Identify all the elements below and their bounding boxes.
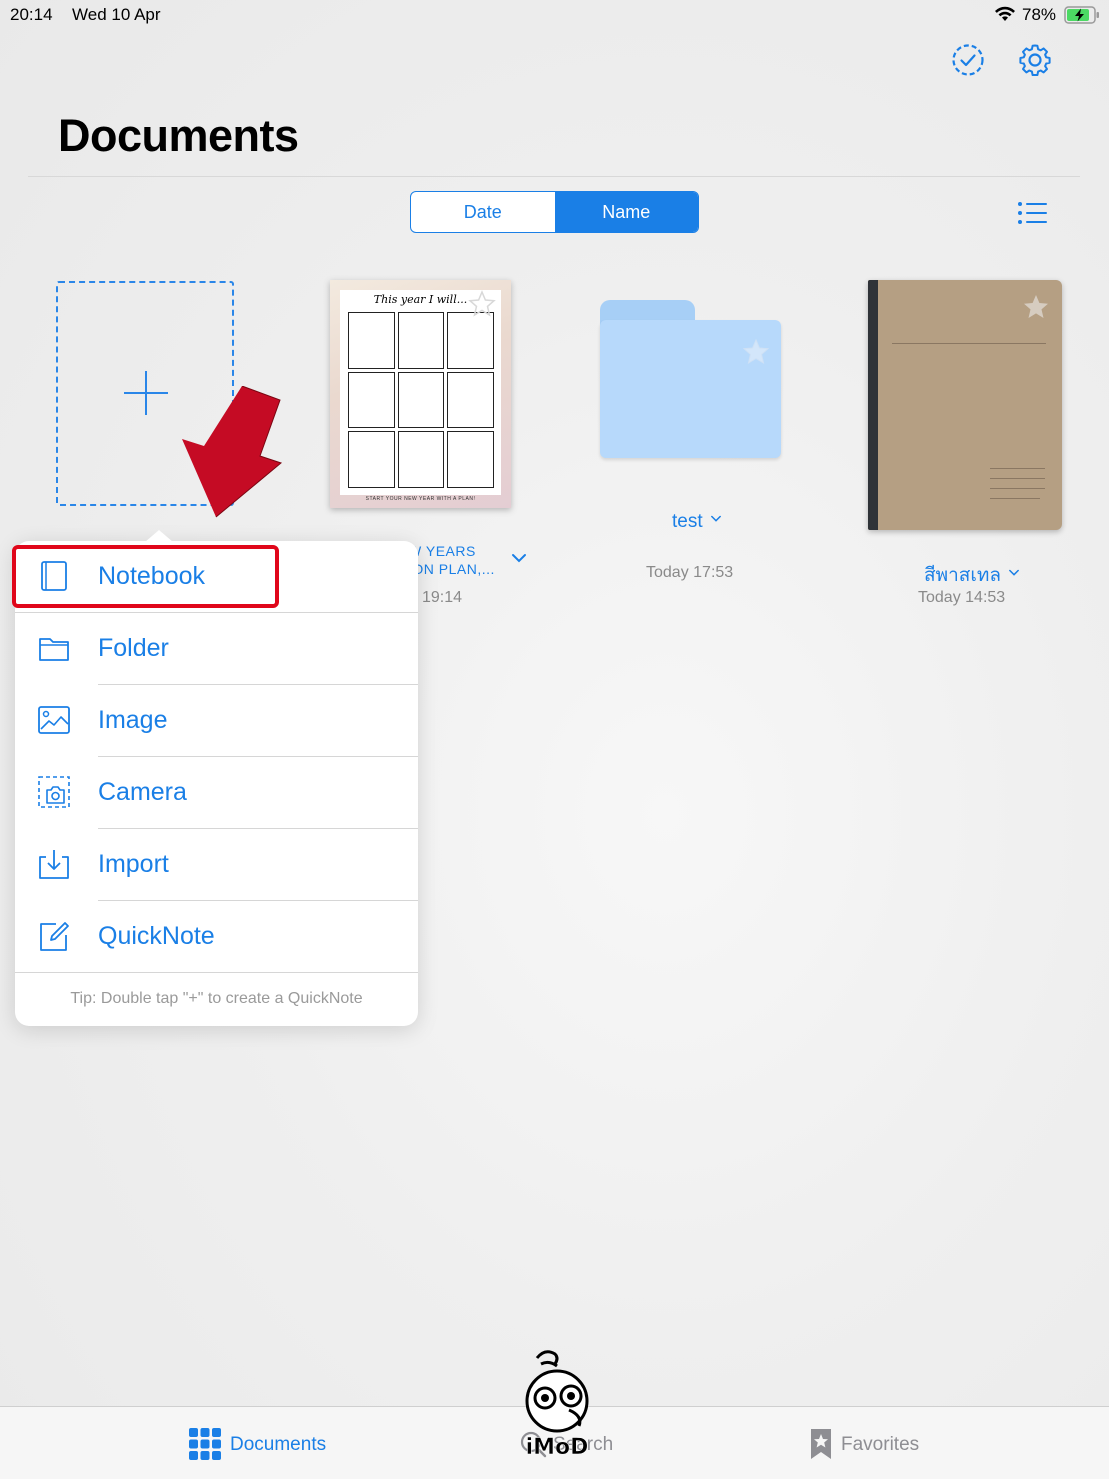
- new-item-popover: Notebook Folder Image Camera Import Quic…: [15, 530, 418, 1026]
- menu-item-label: QuickNote: [98, 922, 215, 950]
- wifi-icon: [995, 6, 1015, 21]
- status-date: Wed 10 Apr: [72, 5, 161, 24]
- document-thumbnail-planner[interactable]: This year I will... START YOUR NEW YEAR …: [330, 280, 511, 508]
- menu-item-import[interactable]: Import: [15, 829, 418, 901]
- menu-item-image[interactable]: Image: [15, 685, 418, 757]
- favorite-star-icon[interactable]: [468, 290, 496, 318]
- folder-name[interactable]: test: [672, 511, 721, 533]
- folder-name-label[interactable]: test: [672, 511, 703, 532]
- notebook-name[interactable]: สีพาสเทล: [924, 560, 1019, 590]
- chevron-down-icon[interactable]: [511, 552, 527, 564]
- annotation-arrow-icon: [182, 386, 283, 518]
- imod-watermark-logo: iMoD: [525, 1350, 589, 1460]
- document-date-planner: 19:14: [422, 589, 463, 606]
- planner-page: This year I will... START YOUR NEW YEAR …: [340, 290, 501, 502]
- title-divider: [28, 176, 1080, 177]
- folder-icon: [39, 638, 69, 661]
- quicknote-tip: Tip: Double tap "+" to create a QuickNot…: [70, 990, 363, 1007]
- battery-charging-icon: [1064, 6, 1099, 24]
- page-title: Documents: [58, 110, 299, 161]
- battery-percent: 78%: [1022, 5, 1057, 24]
- notebook-spine: [868, 280, 878, 530]
- planner-footer: START YOUR NEW YEAR WITH A PLAN!: [365, 496, 476, 502]
- status-bar: 20:14 Wed 10 Apr 78%: [0, 0, 1109, 30]
- list-icon[interactable]: [1016, 198, 1050, 228]
- import-icon: [39, 850, 69, 879]
- sort-name-segment[interactable]: Name: [554, 192, 698, 232]
- bookmark-star-icon: [811, 1429, 831, 1459]
- planner-grid: [348, 312, 494, 488]
- sort-segmented-control[interactable]: Date Name: [410, 191, 699, 233]
- menu-item-folder[interactable]: Folder: [15, 613, 418, 685]
- chevron-down-icon[interactable]: [1009, 568, 1019, 578]
- folder-thumbnail-test[interactable]: [600, 300, 781, 460]
- grid-icon: [189, 1428, 221, 1460]
- menu-item-label: Import: [98, 850, 169, 878]
- favorite-star-icon[interactable]: [1022, 293, 1050, 321]
- notebook-highlight-annotation: [12, 545, 279, 608]
- menu-item-label: Image: [98, 706, 168, 734]
- camera-icon: [38, 776, 70, 808]
- select-checkmark-icon[interactable]: [950, 42, 986, 78]
- favorite-star-icon[interactable]: [742, 338, 770, 366]
- compose-icon: [40, 922, 69, 951]
- svg-text:iMoD: iMoD: [526, 1435, 589, 1460]
- document-name-planner-line2[interactable]: ION PLAN,...: [408, 561, 495, 577]
- menu-item-label: Camera: [98, 778, 187, 806]
- status-time: 20:14: [10, 5, 53, 24]
- menu-item-quicknote[interactable]: QuickNote: [15, 901, 418, 973]
- notebook-thumbnail[interactable]: [868, 280, 1062, 530]
- document-name-planner-line1[interactable]: W YEARS: [408, 543, 476, 559]
- tab-favorites-label: Favorites: [841, 1434, 920, 1455]
- sort-date-segment[interactable]: Date: [411, 192, 555, 232]
- chevron-down-icon[interactable]: [710, 514, 721, 524]
- notebook-name-label[interactable]: สีพาสเทล: [924, 565, 1001, 586]
- menu-item-label: Folder: [98, 634, 169, 662]
- folder-date: Today 17:53: [646, 564, 734, 581]
- gear-icon[interactable]: [1017, 42, 1053, 78]
- tab-documents-label: Documents: [230, 1434, 327, 1455]
- image-icon: [38, 706, 70, 734]
- menu-item-camera[interactable]: Camera: [15, 757, 418, 829]
- notebook-date: Today 14:53: [918, 589, 1006, 606]
